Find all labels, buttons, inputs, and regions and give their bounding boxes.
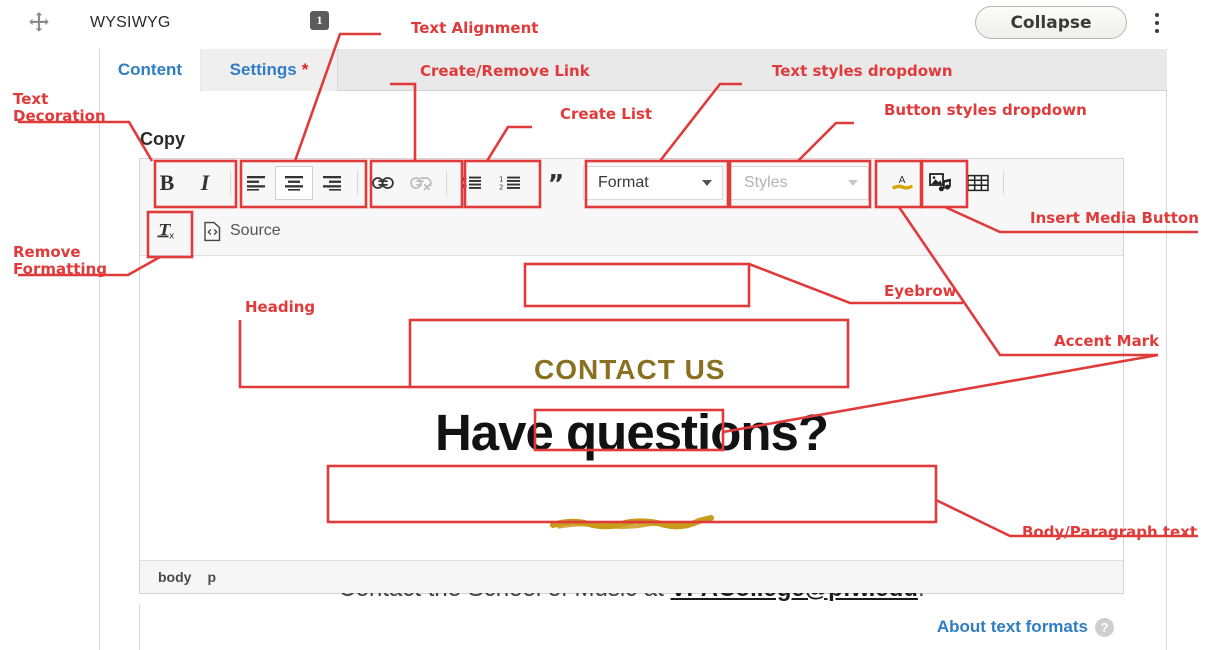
table-icon	[967, 174, 989, 192]
align-left-button[interactable]	[237, 166, 275, 200]
accent-mark-button[interactable]: A	[883, 166, 921, 200]
ckeditor-frame: B I 1 2 ” Format Styles A T x Source CON…	[139, 158, 1124, 602]
chevron-down-icon	[848, 180, 858, 186]
chevron-down-icon	[702, 180, 712, 186]
tab-content-label: Content	[117, 60, 183, 79]
align-right-icon	[323, 176, 341, 191]
align-center-icon	[285, 176, 303, 191]
field-label-copy: Copy	[140, 129, 185, 149]
required-marker: *	[301, 60, 309, 79]
tab-content[interactable]: Content	[100, 49, 200, 91]
svg-text:A: A	[899, 175, 906, 186]
heading-text: Have questions?	[434, 404, 829, 461]
link-button[interactable]	[364, 166, 402, 200]
align-center-button[interactable]	[275, 166, 313, 200]
remove-format-button[interactable]: T x	[148, 214, 186, 248]
bold-button[interactable]: B	[148, 166, 186, 200]
format-dropdown-value: Format	[598, 174, 649, 191]
svg-text:x: x	[169, 232, 175, 242]
editing-canvas[interactable]: CONTACT US Have questions? Contact the S…	[140, 256, 1123, 602]
table-button[interactable]	[959, 166, 997, 200]
accent-mark-icon: A	[892, 175, 913, 190]
move-icon[interactable]	[26, 10, 52, 36]
unlink-icon	[410, 177, 432, 191]
element-path-body[interactable]: body	[158, 569, 191, 585]
status-badge: 1	[310, 11, 329, 30]
about-text-formats-link[interactable]: About text formats	[937, 617, 1088, 637]
styles-dropdown[interactable]: Styles	[729, 166, 869, 200]
source-code-icon	[204, 221, 221, 241]
accent-mark-graphic	[140, 512, 1123, 534]
source-button[interactable]: Source	[199, 221, 281, 242]
widget-header: WYSIWYG 1 Collapse	[0, 0, 1222, 49]
numbered-list-button[interactable]: 1 2	[491, 166, 529, 200]
editor-toolbar: B I 1 2 ” Format Styles A T x Source	[140, 159, 1123, 256]
bulleted-list-button[interactable]	[453, 166, 491, 200]
link-icon	[372, 177, 394, 189]
widget-title: WYSIWYG	[90, 14, 171, 31]
bulleted-list-icon	[462, 176, 481, 189]
bold-icon: B	[159, 170, 175, 195]
element-path-p[interactable]: p	[207, 569, 216, 585]
eyebrow-text: CONTACT US	[534, 354, 726, 385]
svg-text:1: 1	[499, 175, 503, 183]
tabstrip: Content Settings *	[100, 49, 1167, 91]
align-left-icon	[247, 176, 265, 191]
toolbar-divider	[446, 171, 447, 195]
align-right-button[interactable]	[313, 166, 351, 200]
format-dropdown[interactable]: Format	[583, 166, 723, 200]
styles-dropdown-value: Styles	[744, 174, 788, 191]
collapse-button[interactable]: Collapse	[975, 6, 1127, 39]
tab-settings[interactable]: Settings *	[201, 49, 338, 91]
italic-button[interactable]: I	[186, 166, 224, 200]
svg-text:2: 2	[499, 183, 503, 191]
toolbar-divider	[357, 171, 358, 195]
editor-footer: About text formats ?	[139, 604, 1124, 650]
toolbar-divider	[192, 219, 193, 243]
blockquote-button[interactable]: ”	[537, 166, 575, 200]
blockquote-icon: ”	[547, 168, 565, 198]
toolbar-divider	[230, 171, 231, 195]
tab-settings-label: Settings	[229, 60, 297, 79]
remove-format-icon: T x	[157, 221, 175, 242]
toolbar-divider	[1003, 171, 1004, 195]
annotation-label-text-decoration: Text Decoration	[13, 90, 106, 125]
vertical-ellipsis-icon[interactable]	[1148, 8, 1166, 38]
source-label: Source	[230, 222, 281, 239]
question-mark-icon[interactable]: ?	[1095, 617, 1114, 637]
unlink-button[interactable]	[402, 166, 440, 200]
element-path: body p	[140, 560, 1123, 593]
insert-media-button[interactable]	[921, 166, 959, 200]
annotation-label-remove-formatting: Remove Formatting	[13, 243, 107, 278]
insert-media-icon	[929, 173, 951, 192]
numbered-list-icon: 1 2	[499, 175, 520, 191]
italic-icon: I	[200, 170, 210, 195]
